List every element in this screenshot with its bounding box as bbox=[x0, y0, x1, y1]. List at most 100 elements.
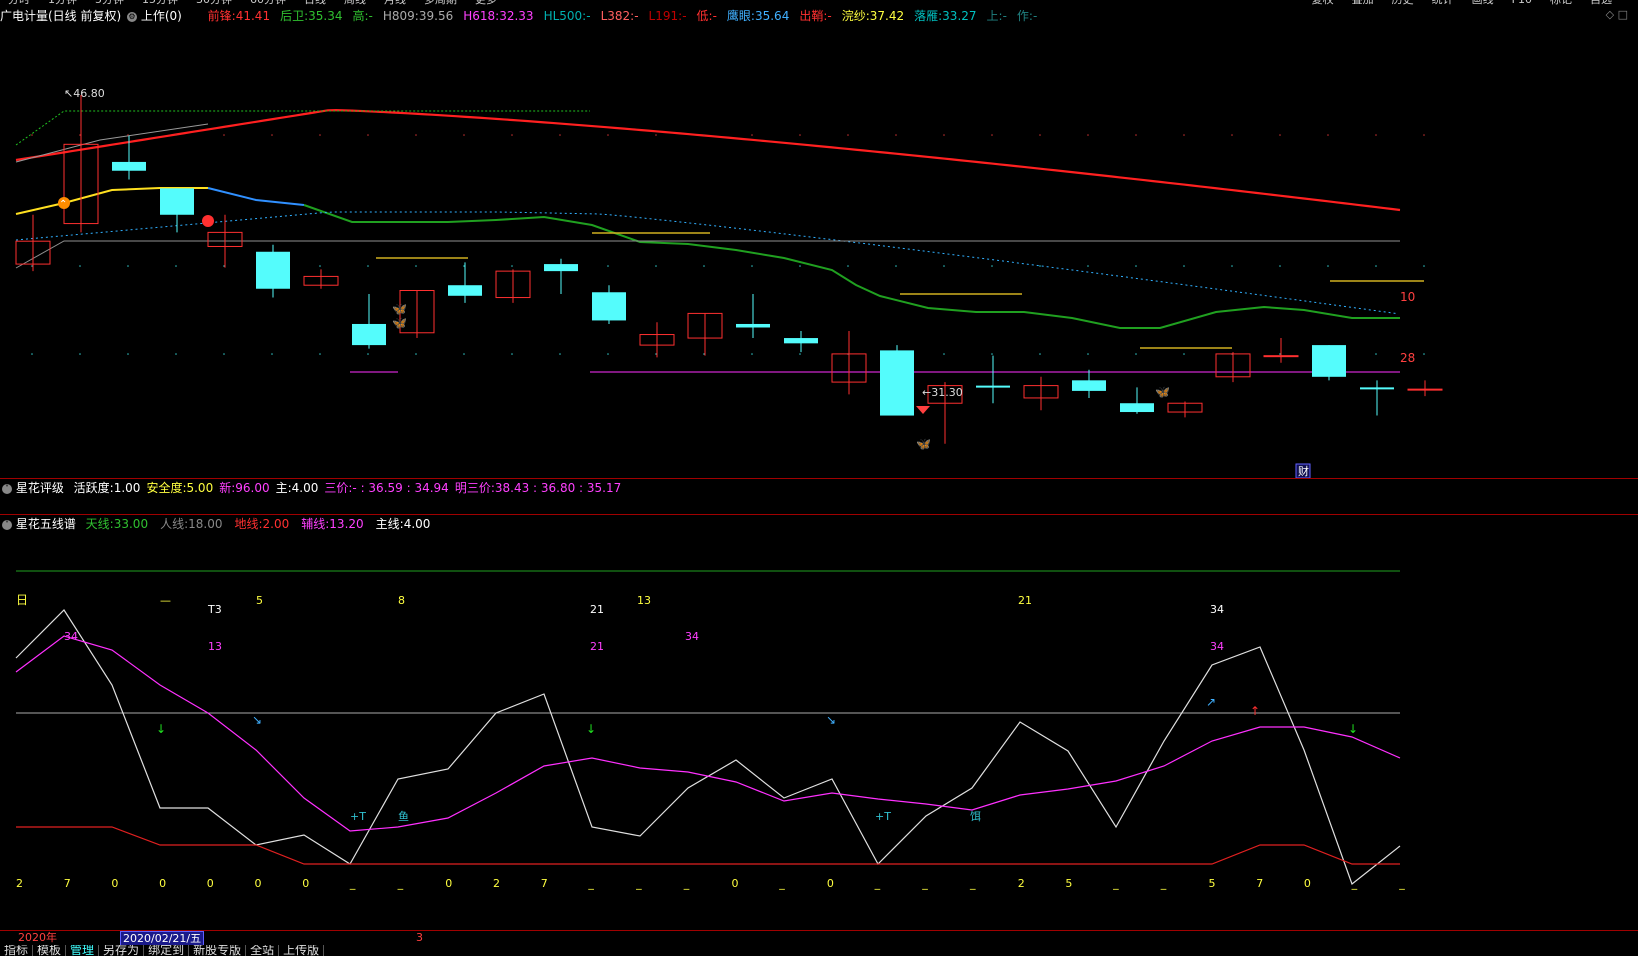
bottom-number: 7 bbox=[64, 877, 71, 890]
candle-body bbox=[784, 338, 818, 344]
bottom-tab[interactable]: 上传版 bbox=[279, 945, 325, 956]
toolbar-item[interactable]: 1分钟 bbox=[48, 0, 77, 6]
indicator-name[interactable]: 上作(0) bbox=[141, 9, 182, 23]
bottom-tab[interactable]: 全站 bbox=[246, 945, 280, 956]
field-label: 鹰眼: bbox=[726, 9, 755, 23]
field-value: - bbox=[368, 9, 373, 23]
bottom-number: _ bbox=[349, 877, 356, 890]
dot-mark bbox=[367, 134, 369, 136]
collapse-icon[interactable]: ˅ bbox=[2, 483, 12, 494]
bottom-tab[interactable]: 模板 bbox=[33, 945, 67, 956]
dot-mark bbox=[223, 134, 225, 136]
toolbar-item[interactable]: 更多 bbox=[475, 0, 497, 6]
toolbar-item[interactable]: 画线 bbox=[1472, 0, 1494, 6]
auxiliary-line bbox=[15, 635, 1401, 832]
toolbar-item[interactable]: 自选 bbox=[1590, 0, 1612, 6]
dot-mark bbox=[1183, 134, 1185, 136]
arrow-icon: ↗ bbox=[1206, 695, 1216, 709]
dot-mark bbox=[31, 353, 33, 355]
dot-mark bbox=[1327, 134, 1329, 136]
bottom-number: _ bbox=[778, 877, 785, 890]
field-label: 高: bbox=[352, 9, 369, 23]
dot-mark bbox=[1039, 134, 1041, 136]
field-value: 37.42 bbox=[869, 9, 905, 23]
right-label: 28 bbox=[1400, 351, 1415, 365]
panel3-title[interactable]: 星花五线谱 bbox=[16, 517, 76, 531]
field-value: - bbox=[827, 9, 832, 23]
toolbar-item[interactable]: 历史 bbox=[1392, 0, 1414, 6]
dot-mark bbox=[223, 353, 225, 355]
field-label: 活跃度: bbox=[73, 481, 114, 495]
bottom-tab[interactable]: 指标 bbox=[0, 945, 34, 956]
bottom-number: _ bbox=[587, 877, 594, 890]
candlestick-chart[interactable]: ↖46.80←31.301028⌃🦋🦋🦋🦋财 bbox=[0, 24, 1638, 494]
window-controls[interactable]: ◇ □ bbox=[1606, 8, 1628, 21]
field-label: 三价: bbox=[324, 481, 353, 495]
blue-dotted-line bbox=[15, 211, 1397, 314]
candle-body bbox=[256, 251, 290, 289]
field-value: - bbox=[1032, 9, 1038, 23]
top-toolbar: 分时 1分钟 5分钟 15分钟 30分钟 60分钟 日线 周线 月线 多周期 更多 复权 叠加 历史 统计… bbox=[0, 0, 1638, 6]
dot-mark bbox=[1423, 265, 1425, 267]
collapse-icon[interactable]: ˅ bbox=[2, 519, 12, 530]
toolbar-item[interactable]: 叠加 bbox=[1352, 0, 1374, 6]
arrow-icon: ↘ bbox=[252, 713, 262, 727]
toolbar-item[interactable]: 周线 bbox=[344, 0, 366, 6]
diamond-icon bbox=[916, 406, 930, 414]
green-ma-line bbox=[303, 204, 1400, 329]
dot-mark bbox=[415, 265, 417, 267]
bottom-number: _ bbox=[1398, 877, 1405, 890]
bottom-number: 2 bbox=[1018, 877, 1025, 890]
panel2-header: ˅ 星花评级 活跃度:1.00 安全度:5.00 新:96.00 主:4.00 三价:-… bbox=[0, 480, 627, 496]
dot-mark bbox=[1375, 353, 1377, 355]
field-label: HL500: bbox=[543, 9, 587, 23]
panel3-header: ˅ 星花五线谱 天线:33.00 人线:18.00 地线:2.00 辅线:13.20 主… bbox=[0, 516, 442, 532]
toolbar-item[interactable]: F10 bbox=[1512, 0, 1532, 6]
bottom-number: 0 bbox=[827, 877, 834, 890]
dot-mark bbox=[1231, 134, 1233, 136]
red-ma-line bbox=[15, 109, 1401, 212]
field-value: 41.41 bbox=[235, 9, 271, 23]
bottom-number: 7 bbox=[1256, 877, 1263, 890]
field-value: 39.56 bbox=[418, 9, 454, 23]
stock-title[interactable]: 广电计量(日线 前复权) bbox=[0, 9, 121, 23]
day-label: 日 bbox=[16, 593, 28, 607]
top-mark: 21 bbox=[1018, 594, 1032, 607]
dot-mark bbox=[799, 353, 801, 355]
toolbar-item[interactable]: 标记 bbox=[1550, 0, 1572, 6]
timeline-year: 2020年 bbox=[18, 931, 57, 944]
toolbar-item[interactable]: 60分钟 bbox=[250, 0, 286, 6]
bottom-number: 0 bbox=[159, 877, 166, 890]
settings-icon[interactable]: ⚙ bbox=[127, 11, 138, 22]
dot-mark bbox=[895, 265, 897, 267]
toolbar-item[interactable]: 15分钟 bbox=[142, 0, 178, 6]
bottom-number: 0 bbox=[445, 877, 452, 890]
field-label: H618: bbox=[463, 9, 500, 23]
candle-body bbox=[976, 385, 1010, 388]
bottom-tab[interactable]: 另存为 bbox=[99, 945, 145, 956]
toolbar-item[interactable]: 分时 bbox=[8, 0, 30, 6]
candle-body bbox=[1360, 387, 1394, 390]
toolbar-item[interactable]: 30分钟 bbox=[196, 0, 232, 6]
candle-body bbox=[1407, 388, 1443, 391]
toolbar-item[interactable]: 统计 bbox=[1432, 0, 1454, 6]
field-label: 辅线: bbox=[301, 517, 330, 531]
panel2-title[interactable]: 星花评级 bbox=[16, 481, 64, 495]
field-label: 主: bbox=[275, 481, 292, 495]
bottom-tab[interactable]: 管理 bbox=[66, 945, 100, 956]
five-line-chart[interactable]: 日 — T3 5 8 21 13 21 34 34 13 21 34 34 +T 鱼 +T 饵 ↓ ↓ ↓ ↘ ↘ ↗ ↑ 2 7 0… bbox=[0, 532, 1638, 890]
bottom-tab[interactable]: 绑定到 bbox=[144, 945, 190, 956]
dot-mark bbox=[895, 134, 897, 136]
bottom-number: 5 bbox=[1065, 877, 1072, 890]
mid-mark: 21 bbox=[590, 640, 604, 653]
toolbar-item[interactable]: 月线 bbox=[384, 0, 406, 6]
toolbar-item[interactable]: 多周期 bbox=[424, 0, 457, 6]
bottom-number: 2 bbox=[493, 877, 500, 890]
mid-mark: 34 bbox=[64, 630, 78, 643]
bottom-number: 0 bbox=[1304, 877, 1311, 890]
toolbar-item[interactable]: 日线 bbox=[304, 0, 326, 6]
arrow-icon: ↓ bbox=[156, 722, 166, 736]
toolbar-item[interactable]: 5分钟 bbox=[95, 0, 124, 6]
bottom-tab[interactable]: 新股专版 bbox=[189, 945, 247, 956]
toolbar-item[interactable]: 复权 bbox=[1312, 0, 1334, 6]
